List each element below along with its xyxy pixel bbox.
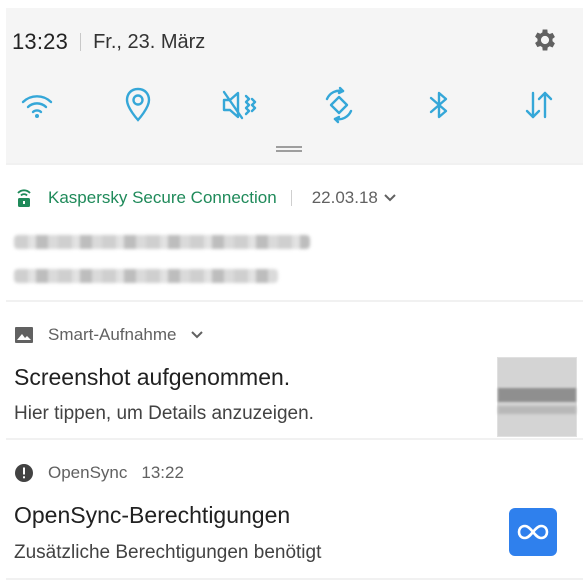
image-icon bbox=[14, 325, 34, 345]
notification-header: Smart-Aufnahme bbox=[14, 324, 203, 346]
notification-kaspersky[interactable]: Kaspersky Secure Connection 22.03.18 bbox=[6, 165, 583, 300]
wifi-toggle[interactable] bbox=[14, 82, 60, 128]
location-toggle[interactable] bbox=[115, 82, 161, 128]
redacted-text bbox=[14, 235, 310, 249]
divider bbox=[290, 190, 292, 206]
quick-settings-header: 13:23 Fr., 23. März bbox=[6, 8, 583, 163]
bluetooth-icon bbox=[429, 91, 448, 119]
alert-icon bbox=[14, 463, 34, 483]
wifi-icon bbox=[21, 95, 53, 118]
kaspersky-lock-icon bbox=[14, 188, 34, 208]
notification-screenshot[interactable]: Smart-Aufnahme Screenshot aufgenommen. H… bbox=[6, 302, 583, 438]
app-name: Kaspersky Secure Connection bbox=[48, 188, 277, 207]
sound-toggle[interactable] bbox=[216, 82, 262, 128]
notification-text: Zusätzliche Berechtigungen benötigt bbox=[14, 542, 322, 563]
notification-text: Hier tippen, um Details anzuzeigen. bbox=[14, 403, 314, 424]
redacted-text bbox=[14, 269, 278, 283]
date: Fr., 23. März bbox=[93, 30, 206, 53]
screenshot-thumbnail[interactable] bbox=[497, 357, 577, 437]
mobile-data-icon bbox=[525, 91, 553, 119]
notification-opensync[interactable]: OpenSync 13:22 OpenSync-Berechtigungen Z… bbox=[6, 440, 583, 578]
clock: 13:23 bbox=[12, 29, 69, 54]
autorotate-icon bbox=[325, 86, 353, 124]
notification-time: 13:22 bbox=[141, 463, 184, 482]
settings-gear-button[interactable] bbox=[531, 26, 559, 54]
notification-title: OpenSync-Berechtigungen bbox=[14, 502, 291, 528]
expand-handle[interactable] bbox=[276, 146, 302, 152]
opensync-icon[interactable] bbox=[509, 508, 557, 556]
notification-time: 22.03.18 bbox=[311, 188, 378, 207]
notification-panel: 13:23 Fr., 23. März Kaspersky Secure Con… bbox=[6, 8, 583, 586]
quick-settings-row bbox=[6, 82, 583, 128]
chevron-down-icon[interactable] bbox=[384, 192, 396, 204]
notification-header: Kaspersky Secure Connection 22.03.18 bbox=[14, 187, 396, 209]
divider bbox=[80, 33, 82, 51]
app-name: OpenSync bbox=[48, 463, 128, 482]
chevron-down-icon[interactable] bbox=[190, 329, 203, 341]
bluetooth-toggle[interactable] bbox=[416, 82, 462, 128]
location-icon bbox=[125, 87, 151, 122]
mute-vibrate-icon bbox=[222, 90, 257, 120]
gear-icon bbox=[535, 29, 555, 51]
notification-title: Screenshot aufgenommen. bbox=[14, 364, 291, 390]
status-row: 13:23 Fr., 23. März bbox=[12, 28, 205, 56]
top-strip bbox=[0, 0, 583, 8]
notification-header: OpenSync 13:22 bbox=[14, 462, 184, 484]
mobile-data-toggle[interactable] bbox=[516, 82, 562, 128]
notification-card-edge bbox=[6, 580, 583, 586]
app-name: Smart-Aufnahme bbox=[48, 325, 177, 344]
autorotate-toggle[interactable] bbox=[316, 82, 362, 128]
